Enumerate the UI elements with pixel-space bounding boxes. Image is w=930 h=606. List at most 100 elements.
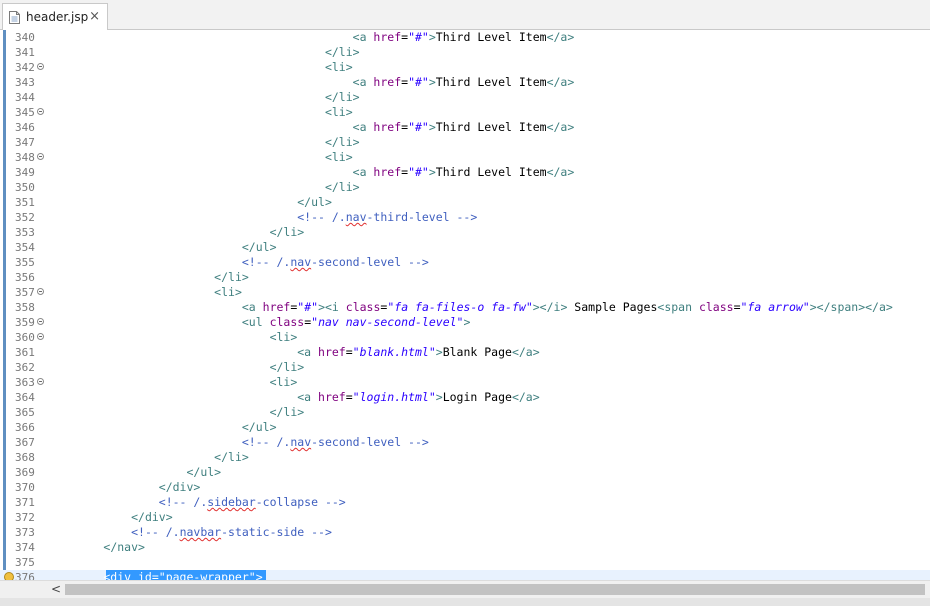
code-token: > [428, 75, 436, 89]
code-editor[interactable]: 340 <a href="#">Third Level Item</a> 341 … [0, 30, 930, 580]
misspelled-word: navbar [179, 525, 222, 539]
warning-icon[interactable] [4, 572, 14, 580]
code-text: <!-- /.nav-second-level --> [48, 435, 429, 450]
code-line[interactable]: 342 <li> [0, 60, 930, 75]
code-token: -second-level --> [311, 435, 429, 449]
code-line[interactable]: 351 </ul> [0, 195, 930, 210]
code-line[interactable]: 344 </li> [0, 90, 930, 105]
code-token: <!-- /. [241, 435, 291, 449]
code-text: </li> [48, 180, 360, 195]
code-token: </li> [214, 270, 249, 284]
code-text: <a href="#"><i class="fa fa-files-o fa-f… [48, 300, 893, 315]
code-text: <a href="login.html">Login Page</a> [48, 390, 539, 405]
code-line[interactable]: 363 <li> [0, 375, 930, 390]
code-token: <ul [241, 315, 270, 329]
code-text: </ul> [48, 240, 277, 255]
code-line[interactable]: 364 <a href="login.html">Login Page</a> [0, 390, 930, 405]
code-line[interactable]: 346 <a href="#">Third Level Item</a> [0, 120, 930, 135]
line-number: 352 [15, 211, 35, 224]
code-line[interactable]: 375 [0, 555, 930, 570]
scroll-left-arrow-icon[interactable]: < [48, 582, 64, 597]
code-text: <a href="#">Third Level Item</a> [48, 120, 575, 135]
code-line[interactable]: 368 </li> [0, 450, 930, 465]
code-token: <!-- /. [297, 210, 346, 224]
code-token: > [435, 390, 443, 404]
code-line[interactable]: 347 </li> [0, 135, 930, 150]
code-token: </li> [214, 450, 249, 464]
close-icon[interactable]: × [89, 10, 100, 23]
code-token: -static-side --> [221, 525, 332, 539]
line-number: 372 [15, 511, 35, 524]
line-number: 347 [15, 136, 35, 149]
code-line[interactable]: 369 </ul> [0, 465, 930, 480]
code-line[interactable]: 355 <!-- /.nav-second-level --> [0, 255, 930, 270]
code-token: </li> [324, 135, 360, 149]
code-line[interactable]: 374 </nav> [0, 540, 930, 555]
code-line[interactable]: 353 </li> [0, 225, 930, 240]
code-line[interactable]: 349 <a href="#">Third Level Item</a> [0, 165, 930, 180]
code-line[interactable]: 360 <li> [0, 330, 930, 345]
line-number: 371 [15, 496, 35, 509]
fold-collapse-icon[interactable] [37, 318, 44, 325]
line-number: 376 [15, 571, 35, 580]
code-token: > [428, 120, 436, 134]
horizontal-scrollbar[interactable]: < [0, 580, 930, 598]
code-line[interactable]: 373 <!-- /.navbar-static-side --> [0, 525, 930, 540]
code-token: "nav nav-second-level" [311, 315, 464, 329]
code-text: <li> [48, 60, 353, 75]
code-line[interactable]: 359 <ul class="nav nav-second-level"> [0, 315, 930, 330]
code-text: <li> [48, 375, 298, 390]
fold-collapse-icon[interactable] [37, 288, 44, 295]
code-line[interactable]: 350 </li> [0, 180, 930, 195]
code-text: <a href="#">Third Level Item</a> [48, 75, 575, 90]
code-token: </ul> [297, 195, 332, 209]
misspelled-word: nav [290, 435, 312, 449]
code-line[interactable]: 358 <a href="#"><i class="fa fa-files-o … [0, 300, 930, 315]
code-line[interactable]: 372 </div> [0, 510, 930, 525]
fold-collapse-icon[interactable] [37, 63, 44, 70]
code-line[interactable]: 352 <!-- /.nav-third-level --> [0, 210, 930, 225]
code-text: <ul class="nav nav-second-level"> [48, 315, 471, 330]
code-line[interactable]: 376 <div id="page-wrapper"> [0, 570, 930, 580]
code-token: </li> [269, 405, 305, 419]
code-line[interactable]: 354 </ul> [0, 240, 930, 255]
editor-tab-bar: header.jsp × [0, 0, 930, 30]
code-line[interactable]: 361 <a href="blank.html">Blank Page</a> [0, 345, 930, 360]
fold-collapse-icon[interactable] [37, 378, 44, 385]
code-line[interactable]: 341 </li> [0, 45, 930, 60]
code-line[interactable]: 345 <li> [0, 105, 930, 120]
code-token: href [318, 345, 346, 359]
code-text: </li> [48, 270, 249, 285]
code-line[interactable]: 367 <!-- /.nav-second-level --> [0, 435, 930, 450]
code-line[interactable]: 365 </li> [0, 405, 930, 420]
code-text: </div> [48, 510, 173, 525]
code-line[interactable]: 357 <li> [0, 285, 930, 300]
code-token: "blank.html" [352, 345, 436, 359]
code-text: <li> [48, 105, 353, 120]
code-token: Third Level Item [435, 165, 547, 179]
scrollbar-thumb[interactable] [65, 584, 925, 595]
code-line[interactable]: 348 <li> [0, 150, 930, 165]
code-token: Login Page [442, 390, 512, 404]
fold-collapse-icon[interactable] [37, 333, 44, 340]
code-text: <!-- /.sidebar-collapse --> [48, 495, 346, 510]
code-token: -third-level --> [366, 210, 478, 224]
line-number: 349 [15, 166, 35, 179]
code-token: </div> [158, 480, 201, 494]
tab-header-jsp[interactable]: header.jsp × [2, 3, 108, 30]
line-number: 374 [15, 541, 35, 554]
line-number: 346 [15, 121, 35, 134]
code-text: </ul> [48, 465, 221, 480]
code-line[interactable]: 362 </li> [0, 360, 930, 375]
fold-collapse-icon[interactable] [37, 153, 44, 160]
code-line[interactable]: 366 </ul> [0, 420, 930, 435]
code-line[interactable]: 340 <a href="#">Third Level Item</a> [0, 30, 930, 45]
selected-code-text: <div id="page-wrapper"> [48, 570, 263, 580]
code-line[interactable]: 343 <a href="#">Third Level Item</a> [0, 75, 930, 90]
code-token: <!-- /. [158, 495, 208, 509]
code-token: = [345, 390, 353, 404]
code-line[interactable]: 371 <!-- /.sidebar-collapse --> [0, 495, 930, 510]
code-line[interactable]: 356 </li> [0, 270, 930, 285]
fold-collapse-icon[interactable] [37, 108, 44, 115]
code-line[interactable]: 370 </div> [0, 480, 930, 495]
